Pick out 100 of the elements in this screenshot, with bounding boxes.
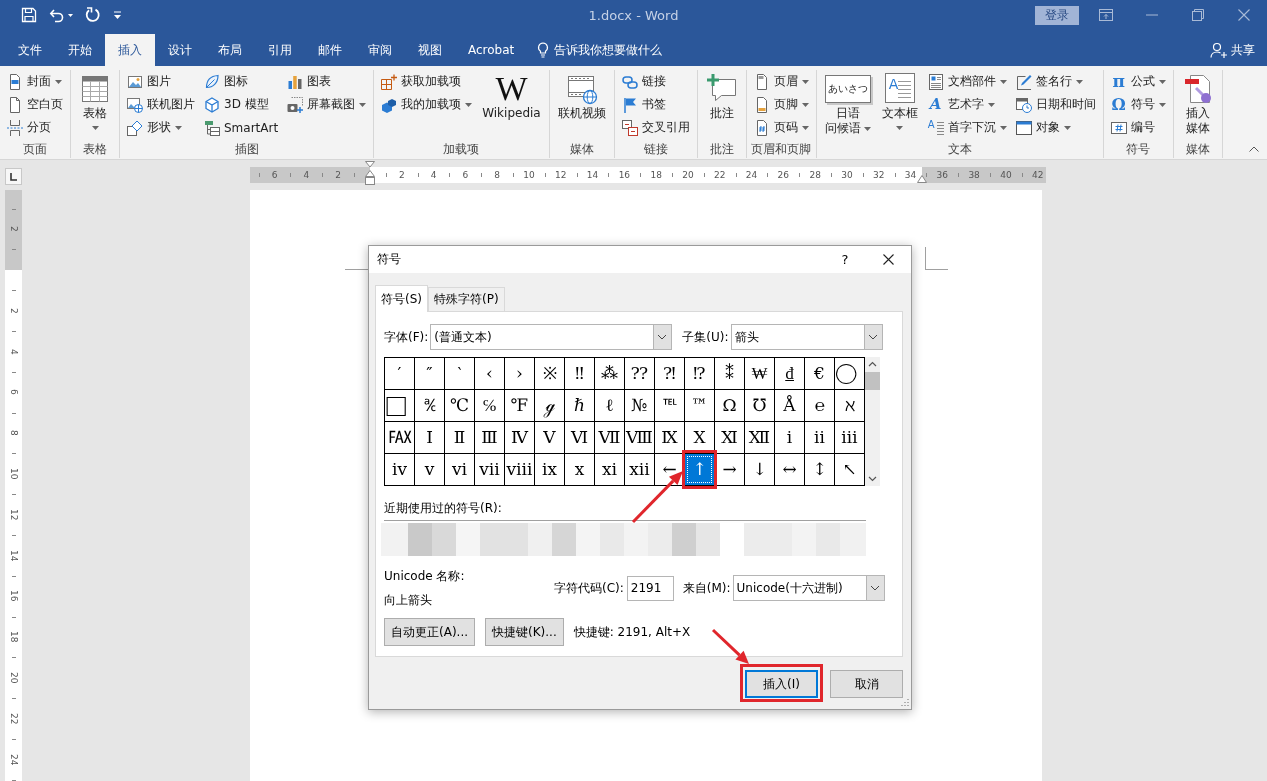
symbol-cell[interactable]: Ⅶ (595, 422, 624, 453)
symbol-cell[interactable]: ⃝ (835, 358, 864, 389)
symbol-cell[interactable]: ⅵ (445, 454, 474, 485)
ribbon-button[interactable]: 3D 模型 (201, 93, 282, 116)
symbol-cell[interactable]: ※ (535, 358, 564, 389)
ribbon-button[interactable]: 形状 (124, 116, 198, 139)
symbol-cell[interactable]: ⅰ (775, 422, 804, 453)
tab-stop-icon[interactable] (5, 168, 22, 185)
symbol-cell[interactable]: ↔ (775, 454, 804, 485)
symbol-cell[interactable]: ℡ (655, 390, 684, 421)
ribbon-tab[interactable]: 开始 (55, 34, 105, 66)
dialog-button[interactable]: 取消 (830, 670, 903, 698)
symbol-cell[interactable]: ⅴ (415, 454, 444, 485)
ribbon-button[interactable]: A 首字下沉 (924, 116, 1010, 139)
ribbon-button[interactable]: 页码 (750, 116, 812, 139)
ribbon-button[interactable]: あいさつ 日语 问候语 (820, 70, 875, 140)
symbol-cell[interactable]: ⅻ (625, 454, 654, 485)
circular-arrow-icon[interactable] (85, 7, 101, 23)
symbol-cell[interactable]: ₩ (745, 358, 774, 389)
ribbon-button[interactable]: 图标 (201, 70, 282, 93)
symbol-cell[interactable]: Ⅹ (685, 422, 714, 453)
ribbon-button[interactable]: 图片 (124, 70, 198, 93)
undo-icon[interactable] (49, 7, 65, 23)
ribbon-button[interactable]: 编号 (1107, 116, 1169, 139)
ribbon-tab[interactable]: 邮件 (305, 34, 355, 66)
symbol-cell[interactable]: ⅳ (385, 454, 414, 485)
ribbon-tab[interactable]: 文件 (5, 34, 55, 66)
symbol-cell[interactable]: ↓ (745, 454, 774, 485)
symbol-cell[interactable]: ⁑ (715, 358, 744, 389)
restore-icon[interactable] (1192, 9, 1204, 21)
symbol-cell[interactable]: ℧ (745, 390, 774, 421)
dialog-tab[interactable]: 符号(S) (375, 285, 428, 312)
symbol-cell[interactable]: ⅱ (805, 422, 834, 453)
symbol-cell[interactable]: ₫ (775, 358, 804, 389)
symbol-cell[interactable]: Ⅳ (505, 422, 534, 453)
share-button[interactable]: 共享 (1208, 34, 1257, 66)
ribbon-button[interactable]: 屏幕截图 (284, 93, 370, 116)
dialog-button[interactable]: 插入(I) (745, 670, 818, 698)
symbol-cell[interactable]: ⁉ (685, 358, 714, 389)
symbol-cell[interactable]: ← (655, 454, 684, 485)
chevron-up-icon[interactable] (1249, 146, 1259, 152)
symbol-cell[interactable]: ⁇ (625, 358, 654, 389)
ribbon-tab[interactable]: Acrobat (455, 34, 528, 66)
symbol-cell[interactable]: Ⅵ (565, 422, 594, 453)
ribbon-button[interactable]: SmartArt (201, 116, 282, 139)
from-dropdown[interactable]: Unicode(十六进制) (732, 575, 885, 601)
symbol-cell[interactable]: ℃ (445, 390, 474, 421)
dialog-button[interactable]: 自动更正(A)... (384, 618, 475, 646)
scrollbar-thumb[interactable] (865, 372, 880, 390)
symbol-cell[interactable]: ™ (685, 390, 714, 421)
caret-icon[interactable] (68, 13, 73, 17)
symbol-cell[interactable]: ℵ (835, 390, 864, 421)
symbol-cell[interactable]: ℏ (565, 390, 594, 421)
symbol-cell[interactable]: ⁂ (595, 358, 624, 389)
symbol-cell[interactable]: ⅹ (565, 454, 594, 485)
ribbon-button[interactable]: 文档部件 (924, 70, 1010, 93)
symbol-cell[interactable]: Ⅰ (415, 422, 444, 453)
save-icon[interactable] (21, 7, 37, 23)
symbol-cell[interactable]: ⅷ (505, 454, 534, 485)
ribbon-tab[interactable]: 设计 (155, 34, 205, 66)
indent-marker-icon[interactable] (365, 161, 375, 185)
symbol-cell[interactable]: ℅ (475, 390, 504, 421)
symbol-cell[interactable]: ↑ (685, 454, 714, 485)
ribbon-tab[interactable]: 视图 (405, 34, 455, 66)
symbol-cell[interactable]: ℀ (415, 390, 444, 421)
symbol-cell[interactable]: ℉ (505, 390, 534, 421)
ribbon-button[interactable]: 封面 (4, 70, 66, 93)
ribbon-button[interactable]: 页眉 (750, 70, 812, 93)
ribbon-tab[interactable]: 引用 (255, 34, 305, 66)
tell-me-search[interactable]: 告诉我你想要做什么 (533, 34, 667, 66)
symbol-cell[interactable]: ′ (385, 358, 414, 389)
indent-marker-icon[interactable] (917, 175, 927, 183)
ribbon-button[interactable]: 分页 (4, 116, 66, 139)
symbol-cell[interactable]: ″ (415, 358, 444, 389)
symbol-cell[interactable]: Å (775, 390, 804, 421)
dialog-button[interactable]: 快捷键(K)... (485, 618, 564, 646)
ribbon-button[interactable]: 图表 (284, 70, 370, 93)
symbol-cell[interactable]: № (625, 390, 654, 421)
ribbon-button[interactable]: 交叉引用 (618, 116, 693, 139)
symbol-cell[interactable]: ⅲ (835, 422, 864, 453)
ribbon-button[interactable]: 书签 (618, 93, 693, 116)
symbol-cell[interactable]: Ⅱ (445, 422, 474, 453)
ribbon-tab[interactable]: 审阅 (355, 34, 405, 66)
symbol-cell[interactable]: ℻ (385, 422, 414, 453)
ribbon-button[interactable]: 空白页 (4, 93, 66, 116)
ribbon-button[interactable]: A 文本框 (877, 70, 922, 140)
ribbon-button[interactable]: 联机视频 (553, 70, 610, 140)
symbol-cell[interactable]: ⃞ (385, 390, 414, 421)
symbol-cell[interactable]: ⅸ (535, 454, 564, 485)
symbol-cell[interactable]: ⁈ (655, 358, 684, 389)
ribbon-button[interactable]: 日期和时间 (1012, 93, 1099, 116)
symbol-cell[interactable]: ⅶ (475, 454, 504, 485)
sign-in-button[interactable]: 登录 (1035, 5, 1079, 25)
ribbon-button[interactable]: 链接 (618, 70, 693, 93)
ribbon-button[interactable]: 页脚 (750, 93, 812, 116)
symbol-cell[interactable]: ‵ (445, 358, 474, 389)
ribbon-button[interactable]: 联机图片 (124, 93, 198, 116)
symbol-cell[interactable]: € (805, 358, 834, 389)
char-code-field[interactable]: 2191 (626, 575, 674, 601)
symbol-cell[interactable]: ℮ (805, 390, 834, 421)
